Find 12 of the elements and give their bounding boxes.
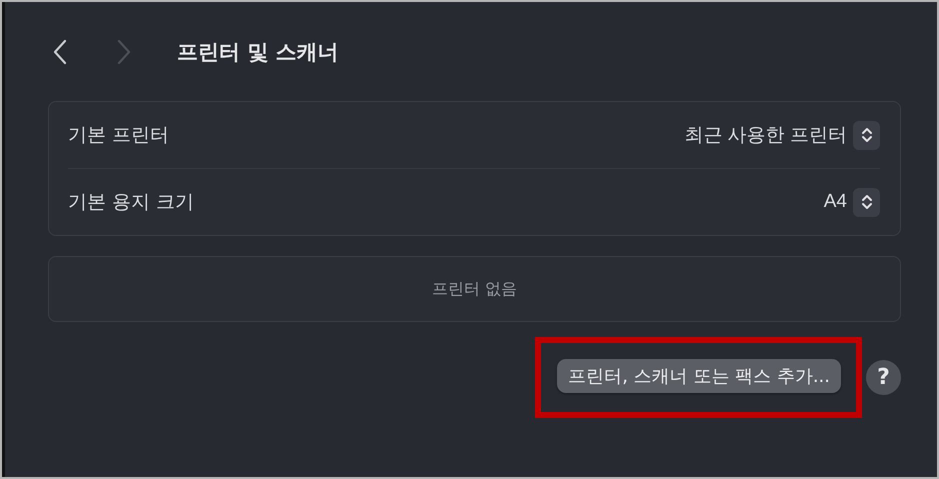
add-device-button[interactable]: 프린터, 스캐너 또는 팩스 추가...: [557, 359, 841, 393]
popup-menu[interactable]: 최근 사용한 프린터: [684, 120, 880, 150]
empty-message: 프린터 없음: [432, 278, 518, 300]
stepper-icon: [853, 120, 880, 150]
setting-label: 기본 프린터: [68, 123, 170, 148]
back-icon: [52, 39, 68, 65]
stepper-icon: [853, 188, 880, 216]
help-button[interactable]: ?: [866, 360, 901, 395]
window-title: 프린터 및 스캐너: [177, 39, 339, 66]
setting-label: 기본 용지 크기: [68, 190, 194, 215]
forward-icon: [116, 39, 132, 65]
popup-menu[interactable]: A4: [824, 188, 880, 216]
